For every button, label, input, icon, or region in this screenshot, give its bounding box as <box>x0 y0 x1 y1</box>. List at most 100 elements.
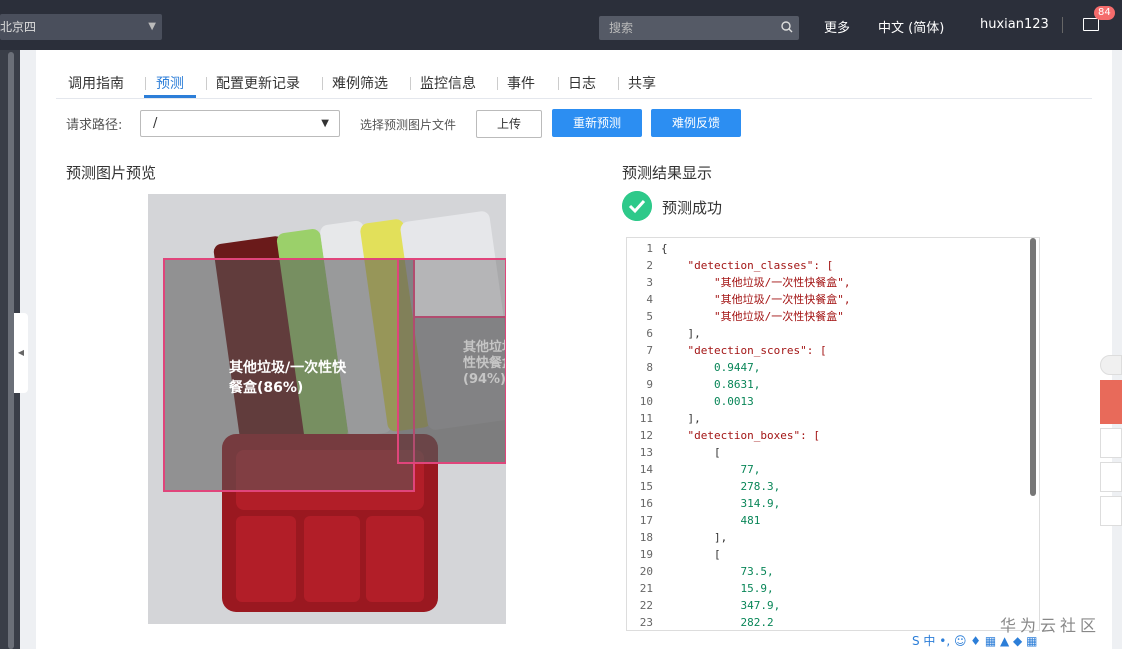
code-text: "其他垃圾/一次性快餐盒", <box>661 293 851 306</box>
line-number: 3 <box>646 276 653 289</box>
line-number: 14 <box>639 463 653 476</box>
code-text: 73.5, <box>661 565 774 578</box>
tab-divider <box>618 77 619 90</box>
code-text: 77, <box>661 463 761 476</box>
code-text: 481 <box>661 514 761 527</box>
search-placeholder: 搜索 <box>609 21 634 35</box>
feedback-button[interactable]: 难例反馈 <box>651 109 741 137</box>
search-input[interactable]: 搜索 <box>599 16 799 40</box>
tab-divider <box>558 77 559 90</box>
code-text: "detection_boxes": [ <box>661 429 820 442</box>
line-number: 15 <box>639 480 653 493</box>
language-switch[interactable]: 中文 (简体) <box>878 17 944 36</box>
tab-divider <box>206 77 207 90</box>
region-label: 北京四 <box>0 20 37 34</box>
feedback-icon[interactable] <box>1100 428 1122 458</box>
line-number: 1 <box>646 242 653 255</box>
tab-predict[interactable]: 预测 <box>156 73 184 93</box>
path-select[interactable]: / ▼ <box>140 110 340 137</box>
code-text: "detection_classes": [ <box>661 259 834 272</box>
help-icon[interactable] <box>1100 462 1122 492</box>
upload-button[interactable]: 上传 <box>476 110 542 138</box>
tab-events[interactable]: 事件 <box>507 73 535 93</box>
detection-box <box>397 258 506 464</box>
divider <box>1062 17 1063 33</box>
tab-logs[interactable]: 日志 <box>568 73 596 93</box>
ime-toolbar[interactable]: S 中 •, ☺ ♦ ▦ ▲ ◆ ▦ <box>912 632 1037 649</box>
path-value: / <box>153 116 158 131</box>
line-number: 19 <box>639 548 653 561</box>
success-check-icon <box>622 191 652 221</box>
code-text: 347.9, <box>661 599 781 612</box>
mail-badge: 84 <box>1094 6 1115 20</box>
path-label: 请求路径: <box>66 118 123 133</box>
code-text: [ <box>661 548 721 561</box>
code-text: 0.8631, <box>661 378 761 391</box>
prediction-status: 预测成功 <box>662 199 723 217</box>
line-number: 13 <box>639 446 653 459</box>
line-number: 7 <box>646 344 653 357</box>
code-text: 278.3, <box>661 480 781 493</box>
chat-icon[interactable] <box>1100 380 1122 424</box>
edit-icon[interactable] <box>1100 496 1122 526</box>
search-icon[interactable] <box>781 21 793 33</box>
tab-guide[interactable]: 调用指南 <box>68 73 124 93</box>
tab-config-history[interactable]: 配置更新记录 <box>216 73 300 93</box>
tab-divider <box>497 77 498 90</box>
line-number: 9 <box>646 378 653 391</box>
chevron-down-icon: ▼ <box>148 21 156 32</box>
line-number: 11 <box>639 412 653 425</box>
line-number: 10 <box>639 395 653 408</box>
line-number: 16 <box>639 497 653 510</box>
line-number: 23 <box>639 616 653 629</box>
code-text: { <box>661 242 668 255</box>
code-text: ], <box>661 327 701 340</box>
floating-icon[interactable] <box>1100 355 1122 375</box>
code-text: [ <box>661 446 721 459</box>
line-number: 18 <box>639 531 653 544</box>
tab-hard-examples[interactable]: 难例筛选 <box>332 73 388 93</box>
preview-title: 预测图片预览 <box>66 164 157 182</box>
result-title: 预测结果显示 <box>622 164 713 182</box>
line-number: 2 <box>646 259 653 272</box>
line-number: 5 <box>646 310 653 323</box>
repredict-button[interactable]: 重新预测 <box>552 109 642 137</box>
tab-divider <box>145 77 146 90</box>
file-label: 选择预测图片文件 <box>360 118 457 132</box>
username-menu[interactable]: huxian123 <box>980 17 1049 32</box>
line-number: 8 <box>646 361 653 374</box>
code-text: 282.2 <box>661 616 774 629</box>
code-text: "其他垃圾/一次性快餐盒", <box>661 276 851 289</box>
code-text: "detection_scores": [ <box>661 344 827 357</box>
tab-monitoring[interactable]: 监控信息 <box>420 73 476 93</box>
line-number: 12 <box>639 429 653 442</box>
prediction-image-preview: 其他垃圾/一次性快 餐盒(86%) 其他垃圾/一次 性快餐盒 (94%) <box>148 194 506 624</box>
detection-label: 其他垃圾/一次性快 餐盒(86%) <box>229 360 347 396</box>
collapse-sidebar-button[interactable]: ◀ <box>14 313 28 393</box>
line-number: 6 <box>646 327 653 340</box>
code-scrollbar[interactable] <box>1030 238 1036 496</box>
code-text: 0.0013 <box>661 395 754 408</box>
line-number: 21 <box>639 582 653 595</box>
code-text: ], <box>661 412 701 425</box>
result-json-viewer[interactable]: 1 {2 "detection_classes": [ 3 "其他垃圾/一次性快餐盒… <box>626 237 1040 631</box>
more-link[interactable]: 更多 <box>824 17 850 36</box>
code-text: 15.9, <box>661 582 774 595</box>
active-tab-indicator <box>144 95 196 98</box>
line-number: 20 <box>639 565 653 578</box>
code-text: "其他垃圾/一次性快餐盒" <box>661 310 844 323</box>
line-number: 22 <box>639 599 653 612</box>
code-text: 314.9, <box>661 497 781 510</box>
top-navigation-bar: 北京四 ▼ 搜索 更多 中文 (简体) huxian123 84 <box>0 0 1122 50</box>
code-text: 0.9447, <box>661 361 761 374</box>
tab-divider <box>322 77 323 90</box>
chevron-down-icon: ▼ <box>321 118 329 129</box>
mail-icon[interactable] <box>1083 18 1099 31</box>
region-selector[interactable]: 北京四 ▼ <box>0 14 162 40</box>
detection-box: 其他垃圾/一次性快 餐盒(86%) <box>163 258 415 492</box>
tab-divider <box>410 77 411 90</box>
tab-share[interactable]: 共享 <box>628 73 656 93</box>
line-number: 4 <box>646 293 653 306</box>
code-text: ], <box>661 531 728 544</box>
line-number: 17 <box>639 514 653 527</box>
